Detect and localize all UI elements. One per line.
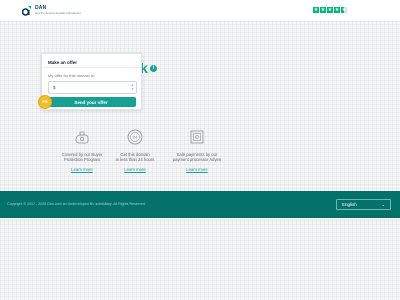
- offer-title: Make an offer: [48, 60, 78, 65]
- copyright-text: Copyright © 2017 - 2025 Dan.com an Undev…: [7, 202, 146, 206]
- safe-payment-icon: [190, 130, 204, 144]
- language-label: English: [342, 202, 357, 207]
- language-select[interactable]: English ⌄: [336, 199, 391, 210]
- amount-stepper[interactable]: ▲ ▼: [131, 84, 134, 91]
- offer-amount-input[interactable]: [57, 85, 128, 90]
- feature-text-line: payment processor Adyen: [172, 157, 222, 162]
- offer-amount-field[interactable]: $ ▲ ▼: [48, 81, 137, 94]
- buyer-protection-icon: [75, 131, 89, 144]
- trustpilot-rating[interactable]: ★ ★ ★ ★ ★: [313, 7, 347, 13]
- send-offer-button[interactable]: Send your offer: [46, 97, 136, 107]
- dan-logo-icon: [22, 6, 31, 16]
- svg-text:24: 24: [133, 135, 138, 140]
- divider: [42, 67, 141, 68]
- info-icon[interactable]: i: [150, 65, 157, 72]
- offer-label: My offer for this domain is:: [48, 73, 95, 78]
- footer: Copyright © 2017 - 2025 Dan.com an Undev…: [0, 191, 400, 218]
- trustpilot-star-icon: ★: [313, 7, 319, 13]
- currency-symbol: $: [53, 85, 56, 90]
- logo-tagline: Get the secure domain transaction: [35, 11, 81, 15]
- feature-safe-payments: Safe payments by our payment processor A…: [157, 128, 237, 172]
- chevron-down-icon[interactable]: ▼: [131, 88, 134, 91]
- chevron-down-icon: ⌄: [381, 202, 385, 207]
- header: DAN Get the secure domain transaction ★ …: [0, 0, 400, 22]
- 24h-clock-icon: 24: [127, 129, 143, 145]
- chat-badge[interactable]: PS: [38, 95, 52, 109]
- logo[interactable]: DAN Get the secure domain transaction: [22, 5, 81, 16]
- trustpilot-star-icon: ★: [320, 7, 326, 13]
- trustpilot-star-icon: ★: [327, 7, 333, 13]
- learn-more-link[interactable]: Learn more: [157, 167, 237, 172]
- trustpilot-star-icon: ★: [341, 7, 347, 13]
- trustpilot-star-icon: ★: [334, 7, 340, 13]
